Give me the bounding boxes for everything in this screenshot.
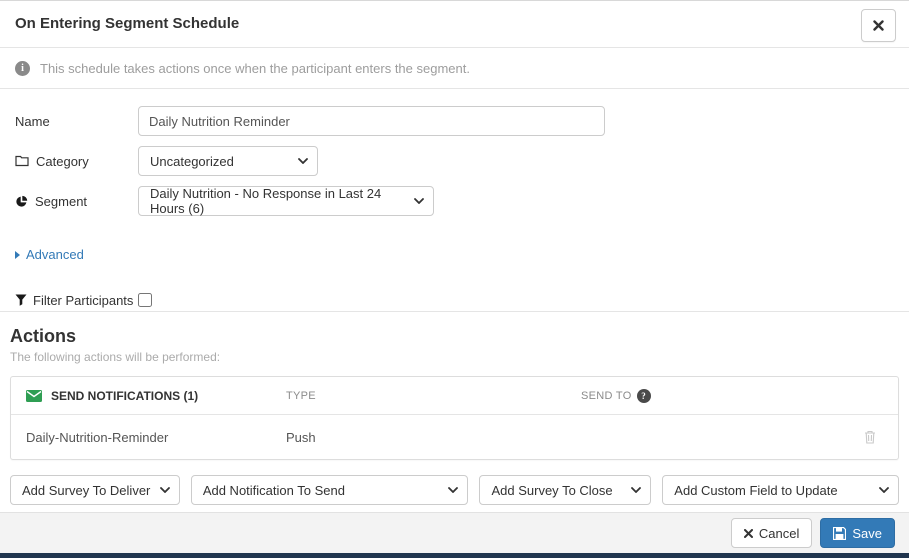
chevron-down-icon [159,487,170,493]
help-icon[interactable]: ? [636,388,651,403]
modal-header: On Entering Segment Schedule [0,1,909,48]
add-custom-field-to-update-select[interactable]: Add Custom Field to Update [662,475,900,505]
chevron-down-icon [448,487,459,493]
filter-participants-label: Filter Participants [15,293,138,308]
delete-row-button[interactable] [864,430,898,444]
notifications-table-header: SEND NOTIFICATIONS (1) TYPE SEND TO ? [11,377,898,415]
chevron-down-icon [298,158,308,164]
name-input[interactable] [138,106,605,136]
type-column: TYPE [286,389,316,402]
actions-section: Actions The following actions will be pe… [0,312,909,505]
category-row: Category Uncategorized [15,146,894,176]
category-select[interactable]: Uncategorized [138,146,318,176]
cancel-x-icon [743,528,753,538]
table-row: Daily-Nutrition-Reminder Push [11,415,898,459]
send-to-column: SEND TO ? [581,388,864,403]
cancel-button[interactable]: Cancel [730,518,813,548]
send-notifications-column: SEND NOTIFICATIONS (1) [26,389,286,403]
filter-participants-row: Filter Participants [15,293,894,308]
funnel-icon [15,294,27,306]
actions-subheading: The following actions will be performed: [10,350,221,364]
segment-row: Segment Daily Nutrition - No Response in… [15,186,894,216]
page-background-strip [0,553,909,558]
chevron-down-icon [631,487,642,493]
modal-footer: Cancel Save [0,512,909,553]
notification-type: Push [286,429,316,445]
notification-name: Daily-Nutrition-Reminder [26,429,169,445]
save-button[interactable]: Save [820,518,895,548]
add-survey-to-deliver-select[interactable]: Add Survey To Deliver [10,475,180,505]
page-title: On Entering Segment Schedule [15,15,240,32]
close-icon [873,20,884,31]
add-actions-row: Add Survey To Deliver Add Notification T… [10,475,900,505]
segment-label: Segment [15,194,138,209]
add-survey-to-close-select[interactable]: Add Survey To Close [479,475,652,505]
name-row: Name [15,106,894,136]
category-label: Category [15,154,138,169]
envelope-icon [26,389,42,402]
schedule-form: Name Category Uncategorized [0,89,909,311]
name-label: Name [15,113,50,129]
add-notification-to-send-select[interactable]: Add Notification To Send [190,475,469,505]
info-bar: i This schedule takes actions once when … [0,48,909,89]
segment-schedule-modal: On Entering Segment Schedule i This sche… [0,0,909,558]
pie-chart-icon [15,195,28,208]
chevron-down-icon [879,487,889,493]
info-icon: i [15,60,30,76]
actions-heading: Actions [10,326,77,346]
trash-icon [864,430,876,444]
notifications-panel: SEND NOTIFICATIONS (1) TYPE SEND TO ? Da… [10,376,899,460]
segment-select[interactable]: Daily Nutrition - No Response in Last 24… [138,186,434,216]
filter-participants-checkbox[interactable] [138,293,152,307]
close-button[interactable] [861,9,896,42]
advanced-toggle[interactable]: Advanced [15,247,84,262]
folder-icon [15,155,29,167]
caret-right-icon [15,250,20,259]
chevron-down-icon [414,198,424,204]
info-text: This schedule takes actions once when th… [40,60,470,76]
save-disk-icon [833,526,847,540]
